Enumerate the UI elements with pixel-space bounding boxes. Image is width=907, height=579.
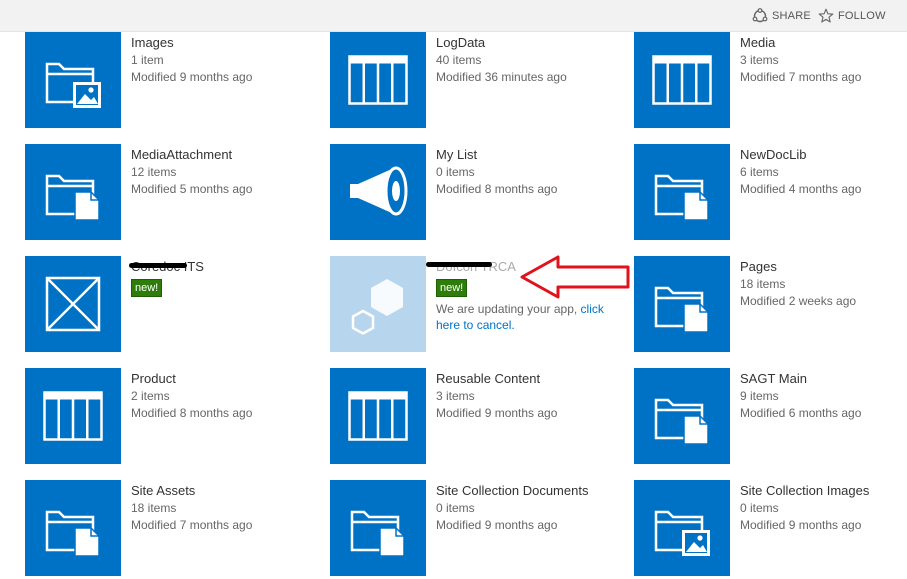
app-tile-sagt-main: SAGT Main 9 items Modified 6 months ago — [634, 368, 907, 464]
tile-title[interactable]: Pages — [740, 258, 907, 276]
tile-title[interactable]: Site Collection Documents — [436, 482, 626, 500]
tile-item-count: 3 items — [436, 389, 475, 403]
tile-modified: Modified 4 months ago — [740, 182, 862, 196]
tile-modified: Modified 6 months ago — [740, 406, 862, 420]
tile-icon-newdoclib[interactable] — [634, 144, 730, 240]
tile-title[interactable]: LogData — [436, 34, 626, 52]
picture-library-icon — [654, 510, 710, 556]
app-tile-images: Images 1 item Modified 9 months ago — [25, 32, 325, 128]
star-icon — [818, 8, 834, 23]
tile-item-count: 18 items — [740, 277, 786, 291]
share-label: SHARE — [772, 10, 811, 22]
tile-modified: Modified 8 months ago — [436, 182, 558, 196]
tile-icon-sagt-main[interactable] — [634, 368, 730, 464]
tile-modified: Modified 9 months ago — [436, 406, 558, 420]
app-tile-site-collection-documents: Site Collection Documents 0 items Modifi… — [330, 480, 630, 576]
app-tile-logdata: LogData 40 items Modified 36 minutes ago — [330, 32, 630, 128]
tile-modified: Modified 8 months ago — [131, 406, 253, 420]
tile-item-count: 3 items — [740, 53, 779, 67]
document-library-icon — [45, 174, 100, 221]
tile-title[interactable]: Site Collection Images — [740, 482, 907, 500]
red-arrow-annotation — [520, 255, 630, 299]
tile-icon-images[interactable] — [25, 32, 121, 128]
tile-icon-site-collection-documents[interactable] — [330, 480, 426, 576]
tile-title[interactable]: NewDocLib — [740, 146, 907, 164]
tile-icon-site-collection-images[interactable] — [634, 480, 730, 576]
list-icon — [348, 55, 408, 105]
app-tile-my-list: My List 0 items Modified 8 months ago — [330, 144, 630, 240]
tile-item-count: 40 items — [436, 53, 482, 67]
app-tile-mediaattachment: MediaAttachment 12 items Modified 5 mont… — [25, 144, 325, 240]
list-icon — [43, 391, 103, 441]
tile-modified: Modified 2 weeks ago — [740, 294, 857, 308]
tile-title[interactable]: Reusable Content — [436, 370, 626, 388]
app-tile-product: Product 2 items Modified 8 months ago — [25, 368, 325, 464]
tile-modified: Modified 7 months ago — [740, 70, 862, 84]
tile-icon-media[interactable] — [634, 32, 730, 128]
app-tile-newdoclib: NewDocLib 6 items Modified 4 months ago — [634, 144, 907, 240]
list-icon — [348, 391, 408, 441]
app-tile-coredoc-its: Coredoc ITS new! — [25, 256, 325, 352]
tile-icon-product[interactable] — [25, 368, 121, 464]
redaction-mark — [426, 262, 492, 267]
tile-icon-pages[interactable] — [634, 256, 730, 352]
tile-title[interactable]: Media — [740, 34, 907, 52]
tile-item-count: 0 items — [740, 501, 779, 515]
app-updating-icon — [351, 279, 403, 335]
tile-title[interactable]: My List — [436, 146, 626, 164]
tile-title[interactable]: Product — [131, 370, 321, 388]
tile-title[interactable]: Images — [131, 34, 321, 52]
update-text: We are updating your app, — [436, 302, 581, 316]
tile-icon-reusable-content[interactable] — [330, 368, 426, 464]
tile-modified: Modified 9 months ago — [436, 518, 558, 532]
document-library-icon — [654, 398, 709, 445]
update-message: We are updating your app, click here to … — [436, 301, 616, 333]
new-badge: new! — [131, 279, 163, 297]
app-tile-reusable-content: Reusable Content 3 items Modified 9 mont… — [330, 368, 630, 464]
top-action-bar: SHARE FOLLOW — [0, 0, 907, 32]
document-library-icon — [654, 174, 709, 221]
tile-item-count: 12 items — [131, 165, 177, 179]
picture-library-icon — [45, 62, 101, 108]
app-placeholder-icon — [45, 276, 101, 332]
tile-modified: Modified 9 months ago — [131, 70, 253, 84]
tile-item-count: 9 items — [740, 389, 779, 403]
announcements-icon — [350, 166, 408, 216]
redaction-mark — [129, 263, 187, 268]
tile-icon-site-assets[interactable] — [25, 480, 121, 576]
tile-modified: Modified 5 months ago — [131, 182, 253, 196]
app-tile-media: Media 3 items Modified 7 months ago — [634, 32, 907, 128]
tile-item-count: 0 items — [436, 165, 475, 179]
list-icon — [652, 55, 712, 105]
tile-modified: Modified 7 months ago — [131, 518, 253, 532]
document-library-icon — [350, 510, 405, 557]
share-button[interactable]: SHARE — [752, 7, 811, 25]
tile-icon-updating[interactable] — [330, 256, 426, 352]
app-tile-site-collection-images: Site Collection Images 0 items Modified … — [634, 480, 907, 576]
share-icon — [752, 8, 768, 23]
document-library-icon — [45, 510, 100, 557]
app-tile-pages: Pages 18 items Modified 2 weeks ago — [634, 256, 907, 352]
tile-icon-my-list[interactable] — [330, 144, 426, 240]
tile-item-count: 18 items — [131, 501, 177, 515]
tile-title[interactable]: SAGT Main — [740, 370, 907, 388]
tile-icon-mediaattachment[interactable] — [25, 144, 121, 240]
app-tile-site-assets: Site Assets 18 items Modified 7 months a… — [25, 480, 325, 576]
follow-button[interactable]: FOLLOW — [818, 7, 886, 25]
tile-title[interactable]: Site Assets — [131, 482, 321, 500]
new-badge: new! — [436, 279, 468, 297]
tile-item-count: 6 items — [740, 165, 779, 179]
tile-item-count: 1 item — [131, 53, 164, 67]
follow-label: FOLLOW — [838, 10, 886, 22]
tile-modified: Modified 9 months ago — [740, 518, 862, 532]
tile-item-count: 0 items — [436, 501, 475, 515]
tile-icon-logdata[interactable] — [330, 32, 426, 128]
tile-title[interactable]: MediaAttachment — [131, 146, 321, 164]
document-library-icon — [654, 286, 709, 333]
tile-icon-coredoc-its[interactable] — [25, 256, 121, 352]
tile-modified: Modified 36 minutes ago — [436, 70, 567, 84]
tile-item-count: 2 items — [131, 389, 170, 403]
